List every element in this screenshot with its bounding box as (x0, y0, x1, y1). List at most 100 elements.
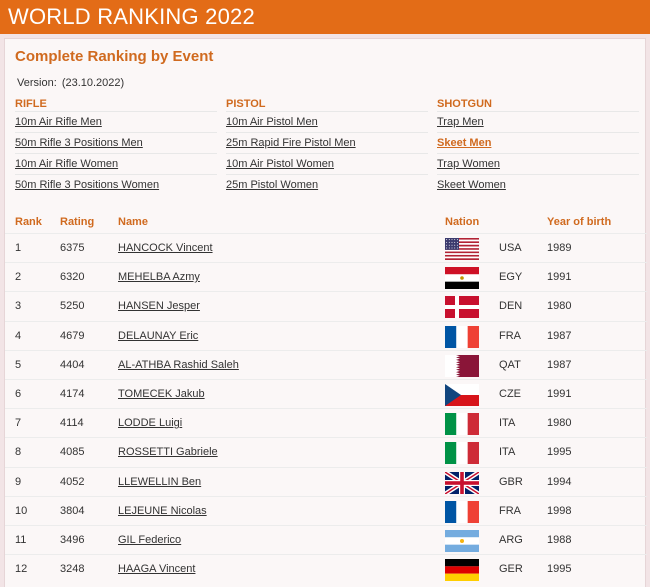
rank-cell: 6 (15, 387, 22, 400)
nation-cell: GBR (499, 475, 523, 488)
column-header-nation: Nation (445, 216, 480, 228)
nation-cell: ITA (499, 446, 516, 459)
nation-cell: FRA (499, 329, 521, 342)
event-link-trap-men[interactable]: Trap Men (437, 111, 639, 132)
athlete-name-link[interactable]: DELAUNAY Eric (118, 330, 198, 342)
rating-cell: 3496 (60, 533, 85, 546)
table-row: 5 4404 AL-ATHBA Rashid Saleh QAT 1987 (5, 349, 647, 379)
czechia-flag-icon (445, 383, 479, 406)
event-link-10m-air-pistol-women[interactable]: 10m Air Pistol Women (226, 153, 428, 174)
birth-year-cell: 1995 (547, 446, 572, 459)
event-link-50m-rifle-3p-women[interactable]: 50m Rifle 3 Positions Women (15, 174, 217, 195)
nation-cell: USA (499, 242, 522, 254)
rank-cell: 8 (15, 446, 22, 459)
athlete-name-link[interactable]: HAAGA Vincent (118, 563, 195, 575)
page-banner: WORLD RANKING 2022 (0, 0, 650, 34)
rating-cell: 4404 (60, 358, 85, 371)
table-row: 7 4114 LODDE Luigi ITA 1980 (5, 408, 647, 437)
rank-cell: 10 (15, 504, 28, 517)
table-row: 11 3496 GIL Federico ARG 1988 (5, 524, 647, 554)
page-title: WORLD RANKING 2022 (8, 4, 255, 29)
nation-cell: EGY (499, 271, 523, 284)
category-pistol-heading: PISTOL (226, 98, 266, 110)
italy-flag-icon (445, 442, 479, 465)
rating-cell: 4085 (60, 446, 85, 459)
athlete-name-link[interactable]: TOMECEK Jakub (118, 388, 205, 400)
category-shotgun-list: Trap Men Skeet Men Trap Women Skeet Wome… (437, 111, 639, 195)
table-row: 10 3804 LEJEUNE Nicolas FRA 1998 (5, 495, 647, 525)
table-row: 8 4085 ROSSETTI Gabriele ITA 1995 (5, 437, 647, 466)
usa-flag-icon (445, 238, 479, 260)
rating-cell: 3804 (60, 504, 85, 517)
argentina-flag-icon (445, 529, 479, 552)
athlete-name-link[interactable]: LEJEUNE Nicolas (118, 505, 207, 517)
germany-flag-icon (445, 559, 479, 582)
birth-year-cell: 1991 (547, 387, 572, 400)
athlete-name-link[interactable]: HANSEN Jesper (118, 300, 200, 312)
version-info: Version: (23.10.2022) (15, 77, 124, 89)
nation-cell: DEN (499, 300, 523, 313)
ranking-table-body: 1 6375 HANCOCK Vincent USA 1989 2 6320 MEHELBA … (5, 233, 647, 583)
athlete-name-link[interactable]: MEHELBA Azmy (118, 271, 200, 283)
birth-year-cell: 1991 (547, 271, 572, 284)
nation-cell: GER (499, 563, 523, 576)
event-link-25m-pistol-women[interactable]: 25m Pistol Women (226, 174, 428, 195)
column-header-year: Year of birth (547, 216, 612, 228)
athlete-name-link[interactable]: ROSSETTI Gabriele (118, 446, 218, 458)
column-header-rating: Rating (60, 216, 95, 228)
birth-year-cell: 1989 (547, 242, 572, 254)
denmark-flag-icon (445, 296, 479, 319)
table-row: 2 6320 MEHELBA Azmy EGY 1991 (5, 262, 647, 291)
rating-cell: 6375 (60, 242, 85, 254)
table-row: 1 6375 HANCOCK Vincent USA 1989 (5, 233, 647, 262)
event-link-10m-air-pistol-men[interactable]: 10m Air Pistol Men (226, 111, 428, 132)
event-link-skeet-women[interactable]: Skeet Women (437, 174, 639, 195)
nation-cell: ARG (499, 533, 523, 546)
birth-year-cell: 1980 (547, 300, 572, 313)
rating-cell: 5250 (60, 300, 85, 313)
rank-cell: 1 (15, 242, 22, 254)
event-link-skeet-men[interactable]: Skeet Men (437, 132, 639, 153)
france-flag-icon (445, 325, 479, 348)
nation-cell: ITA (499, 417, 516, 430)
athlete-name-link[interactable]: GIL Federico (118, 534, 181, 546)
qatar-flag-icon (445, 354, 479, 377)
category-shotgun-heading: SHOTGUN (437, 98, 492, 110)
athlete-name-link[interactable]: AL-ATHBA Rashid Saleh (118, 359, 239, 371)
rank-cell: 2 (15, 271, 22, 284)
birth-year-cell: 1988 (547, 533, 572, 546)
rank-cell: 3 (15, 300, 22, 313)
athlete-name-link[interactable]: LODDE Luigi (118, 417, 182, 429)
nation-cell: FRA (499, 504, 521, 517)
category-rifle-heading: RIFLE (15, 98, 47, 110)
birth-year-cell: 1995 (547, 563, 572, 576)
ranking-panel: Complete Ranking by Event Version: (23.1… (4, 38, 647, 587)
rating-cell: 4679 (60, 329, 85, 342)
rating-cell: 4174 (60, 387, 85, 400)
rating-cell: 3248 (60, 563, 85, 576)
version-value: (23.10.2022) (61, 77, 125, 89)
athlete-name-link[interactable]: HANCOCK Vincent (118, 242, 213, 254)
event-link-25m-rapid-fire-men[interactable]: 25m Rapid Fire Pistol Men (226, 132, 428, 153)
france-flag-icon (445, 500, 479, 523)
birth-year-cell: 1987 (547, 329, 572, 342)
column-header-rank: Rank (15, 216, 42, 228)
rank-cell: 4 (15, 329, 22, 342)
rank-cell: 5 (15, 358, 22, 371)
rating-cell: 4114 (60, 417, 84, 430)
birth-year-cell: 1980 (547, 417, 572, 430)
athlete-name-link[interactable]: LLEWELLIN Ben (118, 476, 201, 488)
section-title: Complete Ranking by Event (15, 48, 214, 65)
event-link-trap-women[interactable]: Trap Women (437, 153, 639, 174)
nation-cell: CZE (499, 387, 521, 400)
event-link-10m-air-rifle-men[interactable]: 10m Air Rifle Men (15, 111, 217, 132)
table-row: 9 4052 LLEWELLIN Ben GBR 1994 (5, 466, 647, 496)
birth-year-cell: 1998 (547, 504, 572, 517)
table-row: 12 3248 HAAGA Vincent GER 1995 (5, 554, 647, 583)
rank-cell: 9 (15, 475, 22, 488)
column-header-name: Name (118, 216, 148, 228)
nation-cell: QAT (499, 358, 521, 371)
table-row: 4 4679 DELAUNAY Eric FRA 1987 (5, 320, 647, 350)
event-link-50m-rifle-3p-men[interactable]: 50m Rifle 3 Positions Men (15, 132, 217, 153)
event-link-10m-air-rifle-women[interactable]: 10m Air Rifle Women (15, 153, 217, 174)
